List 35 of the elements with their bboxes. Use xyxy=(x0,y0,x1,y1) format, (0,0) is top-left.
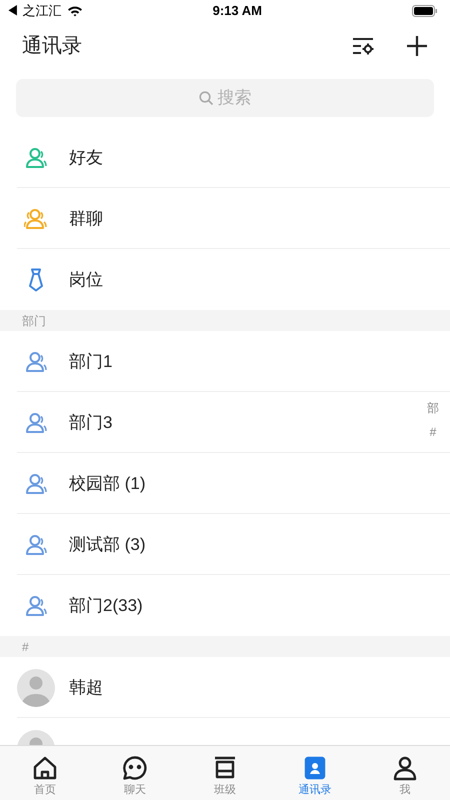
index-letter[interactable]: # xyxy=(430,422,436,442)
list-item[interactable]: 好友 xyxy=(0,127,450,188)
contacts-icon xyxy=(302,755,328,781)
status-time: 9:13 AM xyxy=(212,2,262,20)
section-header: 部门 xyxy=(22,312,46,330)
add-icon[interactable] xyxy=(406,35,428,57)
list-item[interactable]: 岗位 xyxy=(0,249,450,310)
page-title: 通讯录 xyxy=(22,34,82,59)
list-item[interactable]: 测试部 (3) xyxy=(0,514,450,575)
tab-item[interactable]: 通讯录 xyxy=(270,746,360,800)
list-item[interactable]: 群聊 xyxy=(0,188,450,249)
list-item[interactable]: 部门1 xyxy=(0,331,450,392)
people-icon xyxy=(24,350,48,372)
board-icon xyxy=(212,755,238,781)
home-icon xyxy=(32,755,58,781)
person-icon xyxy=(392,755,418,781)
people-icon xyxy=(24,472,48,494)
wifi-icon xyxy=(66,5,83,17)
list-item[interactable]: 校园部 (1) xyxy=(0,453,450,514)
people-icon xyxy=(24,594,48,616)
list-item[interactable]: 部门2(33) xyxy=(0,575,450,636)
chat-icon xyxy=(122,755,148,781)
index-letter[interactable]: 部 xyxy=(427,398,439,418)
people-icon xyxy=(24,534,48,556)
battery-icon xyxy=(412,5,438,17)
section-header: # xyxy=(22,638,29,656)
group-icon xyxy=(24,208,48,230)
back-to-app-link[interactable]: ◀ 之江汇 xyxy=(6,1,62,21)
search-icon xyxy=(198,90,214,106)
contact-item[interactable]: 韩超 xyxy=(0,657,450,718)
people-icon xyxy=(24,412,48,434)
tie-icon xyxy=(28,268,44,292)
avatar-icon xyxy=(17,668,55,706)
people-icon xyxy=(24,146,48,168)
settings-icon[interactable] xyxy=(352,36,376,56)
